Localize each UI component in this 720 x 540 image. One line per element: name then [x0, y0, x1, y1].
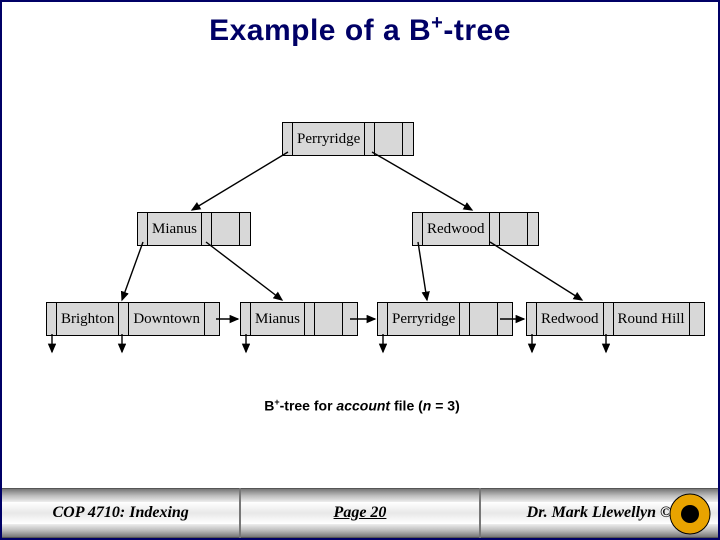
- leaf-node-0: Brighton Downtown: [46, 302, 220, 336]
- slide: Example of a B+-tree Perryridge Mianus R…: [0, 0, 720, 540]
- internal0-key2: [212, 213, 240, 245]
- caption-em: account: [336, 398, 390, 414]
- ptr: [403, 123, 413, 155]
- leaf2-key1: Perryridge: [388, 303, 460, 335]
- root-key2: [375, 123, 403, 155]
- ptr: [378, 303, 388, 335]
- internal1-key1: Redwood: [423, 213, 490, 245]
- leaf2-key2: [470, 303, 498, 335]
- internal0-key1: Mianus: [148, 213, 202, 245]
- seq-ptr: [343, 303, 357, 335]
- leaf3-key2: Round Hill: [614, 303, 690, 335]
- internal-node-1: Redwood: [412, 212, 539, 246]
- footer-left: COP 4710: Indexing: [2, 488, 239, 538]
- leaf1-key2: [315, 303, 343, 335]
- leaf1-key1: Mianus: [251, 303, 305, 335]
- seq-ptr: [690, 303, 704, 335]
- ptr: [604, 303, 614, 335]
- btree-diagram: Perryridge Mianus Redwood Brighton Downt…: [2, 102, 720, 382]
- ptr: [365, 123, 375, 155]
- root-node: Perryridge: [282, 122, 414, 156]
- ptr: [47, 303, 57, 335]
- ptr: [283, 123, 293, 155]
- leaf-node-1: Mianus: [240, 302, 358, 336]
- leaf-node-3: Redwood Round Hill: [526, 302, 705, 336]
- title-sup: +: [431, 12, 443, 34]
- footer: COP 4710: Indexing Page 20 Dr. Mark Llew…: [2, 488, 718, 538]
- footer-right-text: Dr. Mark Llewellyn ©: [527, 504, 672, 522]
- title-pre: Example of a B: [209, 14, 431, 47]
- internal-node-0: Mianus: [137, 212, 251, 246]
- leaf0-key2: Downtown: [129, 303, 205, 335]
- ptr: [490, 213, 500, 245]
- footer-left-text: COP 4710: Indexing: [53, 504, 189, 522]
- ucf-logo-icon: [668, 492, 712, 536]
- caption-post1: file (: [390, 398, 423, 414]
- root-key1: Perryridge: [293, 123, 365, 155]
- caption-mid: -tree for: [280, 398, 337, 414]
- title-post: -tree: [443, 14, 511, 47]
- ptr: [119, 303, 129, 335]
- seq-ptr: [205, 303, 219, 335]
- ptr: [202, 213, 212, 245]
- ptr: [138, 213, 148, 245]
- ptr: [241, 303, 251, 335]
- slide-title: Example of a B+-tree: [2, 2, 718, 48]
- caption-post2: = 3): [431, 398, 459, 414]
- caption-pre: B: [264, 398, 274, 414]
- internal1-key2: [500, 213, 528, 245]
- ptr: [528, 213, 538, 245]
- ptr: [460, 303, 470, 335]
- leaf3-key1: Redwood: [537, 303, 604, 335]
- footer-center-text: Page 20: [334, 504, 387, 522]
- ptr: [240, 213, 250, 245]
- caption: B+-tree for account file (n = 3): [2, 397, 720, 414]
- footer-center: Page 20: [241, 488, 478, 538]
- ptr: [305, 303, 315, 335]
- seq-ptr: [498, 303, 512, 335]
- leaf-node-2: Perryridge: [377, 302, 513, 336]
- leaf0-key1: Brighton: [57, 303, 119, 335]
- ptr: [413, 213, 423, 245]
- ptr: [527, 303, 537, 335]
